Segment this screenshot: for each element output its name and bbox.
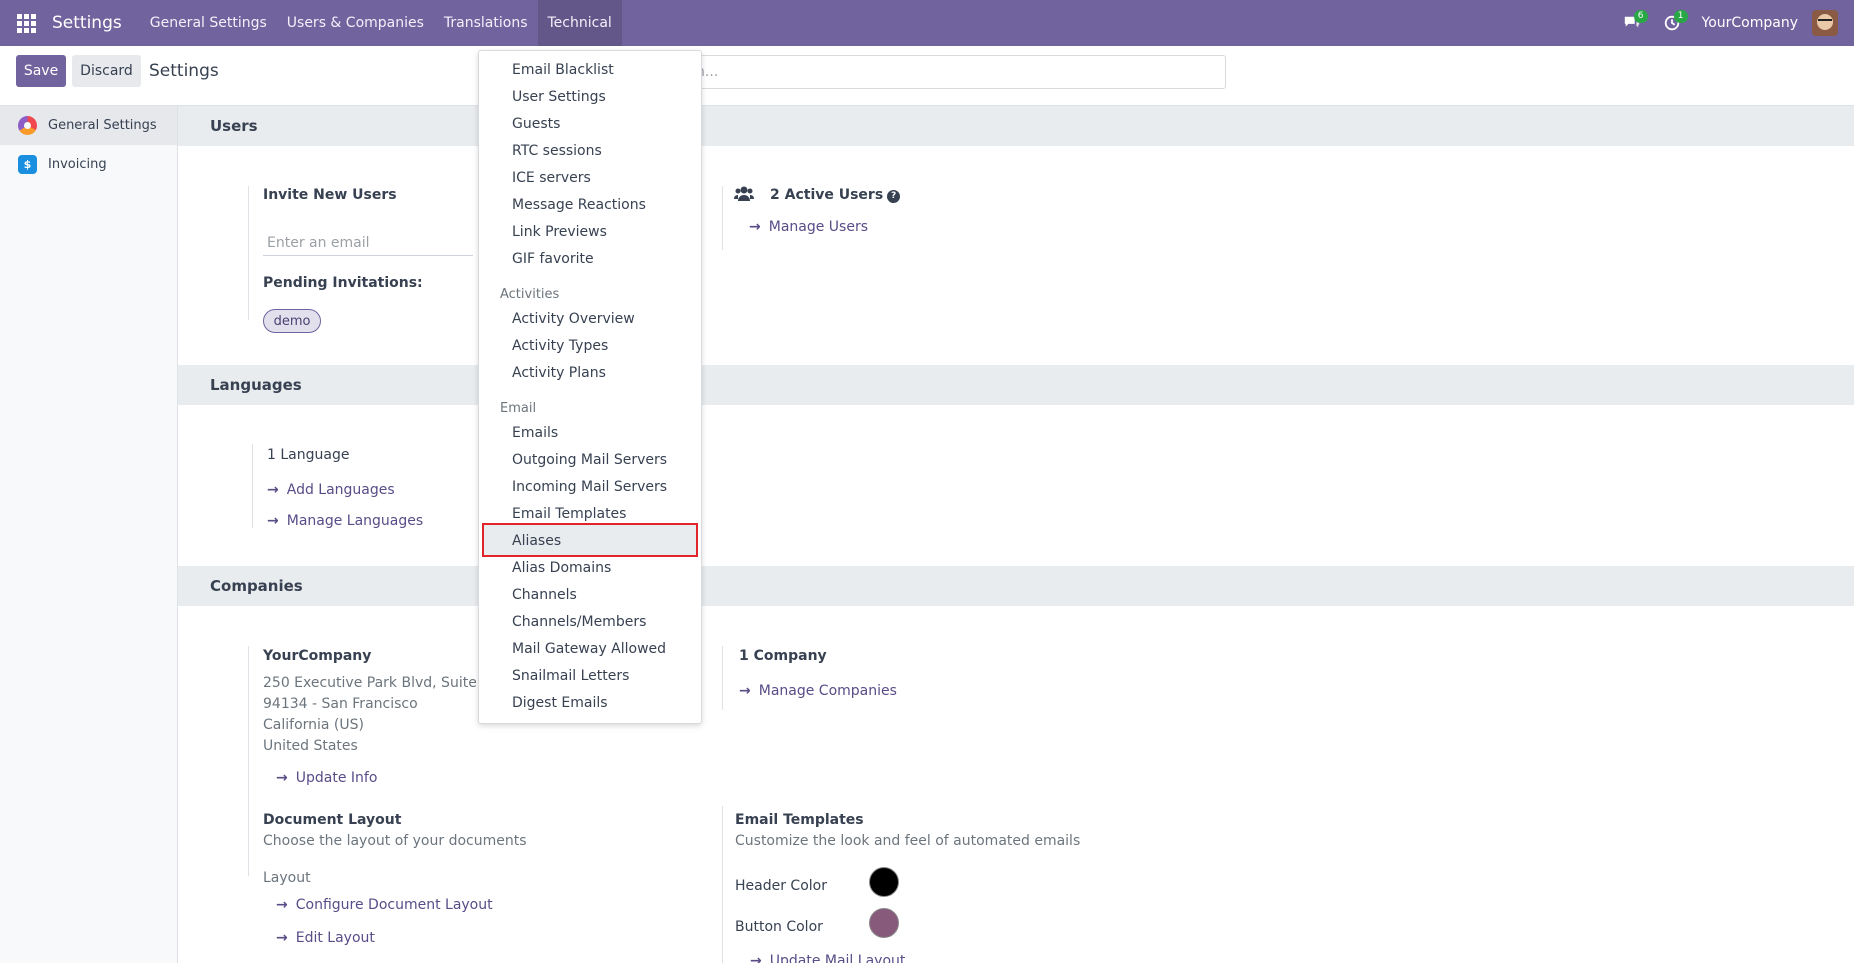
active-users-count: 2 Active Users? [770, 187, 901, 203]
user-avatar[interactable] [1812, 10, 1838, 36]
company-address-line: 94134 - San Francisco [263, 696, 418, 712]
menu-technical[interactable]: Technical [537, 0, 622, 46]
arrow-right-icon: → [267, 482, 279, 498]
arrow-right-icon: → [750, 953, 762, 963]
sidebar-item-label: Invoicing [48, 157, 107, 172]
invoicing-app-icon: $ [18, 155, 37, 174]
add-languages-link[interactable]: → Add Languages [267, 482, 395, 498]
menu-item-activity-plans[interactable]: Activity Plans [512, 365, 606, 381]
menu-item-email-templates[interactable]: Email Templates [512, 506, 626, 522]
menu-item-outgoing-mail-servers[interactable]: Outgoing Mail Servers [512, 452, 667, 468]
invite-users-label: Invite New Users [263, 187, 397, 203]
settings-app-icon [18, 116, 37, 135]
arrow-right-icon: → [267, 513, 279, 529]
activity-clock-icon[interactable]: 1 [1652, 0, 1692, 46]
menu-item-alias-domains[interactable]: Alias Domains [512, 560, 611, 576]
header-color-swatch[interactable] [869, 867, 899, 897]
app-menu-icon[interactable] [0, 0, 52, 46]
technical-dropdown-menu: Email Blacklist User Settings Guests RTC… [478, 50, 702, 724]
settings-sidebar: General Settings $ Invoicing [0, 106, 178, 963]
manage-users-link[interactable]: → Manage Users [749, 219, 868, 235]
menu-item-emails[interactable]: Emails [512, 425, 558, 441]
button-color-label: Button Color [735, 919, 823, 935]
menu-users-companies[interactable]: Users & Companies [277, 0, 434, 46]
section-users-title: Users [178, 106, 1854, 146]
pending-invitations-label: Pending Invitations: [263, 275, 423, 291]
menu-item-activity-overview[interactable]: Activity Overview [512, 311, 635, 327]
menu-item-message-reactions[interactable]: Message Reactions [512, 197, 646, 213]
control-panel: Save Discard Settings h... [0, 46, 1854, 106]
arrow-right-icon: → [276, 770, 288, 786]
manage-languages-link[interactable]: → Manage Languages [267, 513, 423, 529]
search-input[interactable]: h... [680, 55, 1226, 89]
discard-button[interactable]: Discard [72, 55, 141, 87]
edit-layout-link[interactable]: → Edit Layout [276, 930, 375, 946]
menu-item-email-blacklist[interactable]: Email Blacklist [512, 62, 614, 78]
arrow-right-icon: → [276, 930, 288, 946]
menu-item-channels[interactable]: Channels [512, 587, 577, 603]
company-switcher[interactable]: YourCompany [1702, 15, 1799, 31]
company-address-line: California (US) [263, 717, 364, 733]
menu-header-activities: Activities [500, 287, 560, 302]
help-icon[interactable]: ? [887, 190, 901, 203]
section-companies-title: Companies [178, 566, 1854, 606]
company-count: 1 Company [739, 648, 827, 664]
menu-item-guests[interactable]: Guests [512, 116, 560, 132]
document-layout-title: Document Layout [263, 812, 402, 828]
menu-item-ice-servers[interactable]: ICE servers [512, 170, 591, 186]
arrow-right-icon: → [739, 683, 751, 699]
menu-item-user-settings[interactable]: User Settings [512, 89, 606, 105]
email-placeholder: Enter an email [267, 235, 370, 251]
menu-item-aliases[interactable]: Aliases [512, 533, 561, 549]
sidebar-item-label: General Settings [48, 118, 157, 133]
menu-item-mail-gateway-allowed[interactable]: Mail Gateway Allowed [512, 641, 666, 657]
sidebar-item-general-settings[interactable]: General Settings [0, 106, 177, 145]
layout-label: Layout [263, 870, 311, 886]
document-layout-desc: Choose the layout of your documents [263, 833, 527, 849]
save-button[interactable]: Save [16, 55, 66, 87]
email-templates-desc: Customize the look and feel of automated… [735, 833, 1081, 849]
pending-invite-tag[interactable]: demo [263, 309, 321, 333]
menu-translations[interactable]: Translations [434, 0, 538, 46]
menu-item-digest-emails[interactable]: Digest Emails [512, 695, 608, 711]
arrow-right-icon: → [276, 897, 288, 913]
language-count: 1 Language [267, 447, 350, 463]
users-icon [734, 185, 754, 207]
menu-general-settings[interactable]: General Settings [140, 0, 277, 46]
manage-companies-link[interactable]: → Manage Companies [739, 683, 897, 699]
menu-item-gif-favorite[interactable]: GIF favorite [512, 251, 594, 267]
invite-email-input[interactable]: Enter an email [263, 230, 473, 256]
menu-item-activity-types[interactable]: Activity Types [512, 338, 608, 354]
chat-icon[interactable]: 6 [1612, 0, 1652, 46]
menu-item-snailmail-letters[interactable]: Snailmail Letters [512, 668, 629, 684]
company-name: YourCompany [263, 648, 372, 664]
menu-header-email: Email [500, 401, 537, 416]
update-mail-layout-link[interactable]: → Update Mail Layout [750, 953, 905, 963]
arrow-right-icon: → [749, 219, 761, 235]
menu-item-rtc-sessions[interactable]: RTC sessions [512, 143, 602, 159]
menu-item-channels-members[interactable]: Channels/Members [512, 614, 646, 630]
email-templates-title: Email Templates [735, 812, 864, 828]
settings-content: Users Invite New Users Enter an email Pe… [178, 106, 1854, 963]
update-info-link[interactable]: → Update Info [276, 770, 377, 786]
company-address-line: 250 Executive Park Blvd, Suite 340 [263, 675, 508, 691]
header-color-label: Header Color [735, 878, 827, 894]
app-brand[interactable]: Settings [52, 13, 122, 33]
menu-item-link-previews[interactable]: Link Previews [512, 224, 607, 240]
button-color-swatch[interactable] [869, 908, 899, 938]
breadcrumb: Settings [149, 61, 219, 81]
section-languages-title: Languages [178, 365, 1854, 405]
chat-badge: 6 [1633, 10, 1648, 23]
sidebar-item-invoicing[interactable]: $ Invoicing [0, 145, 177, 184]
activity-badge: 1 [1673, 10, 1688, 23]
menu-item-incoming-mail-servers[interactable]: Incoming Mail Servers [512, 479, 667, 495]
company-address-line: United States [263, 738, 358, 754]
configure-document-layout-link[interactable]: → Configure Document Layout [276, 897, 493, 913]
top-navbar: Settings General Settings Users & Compan… [0, 0, 1854, 46]
